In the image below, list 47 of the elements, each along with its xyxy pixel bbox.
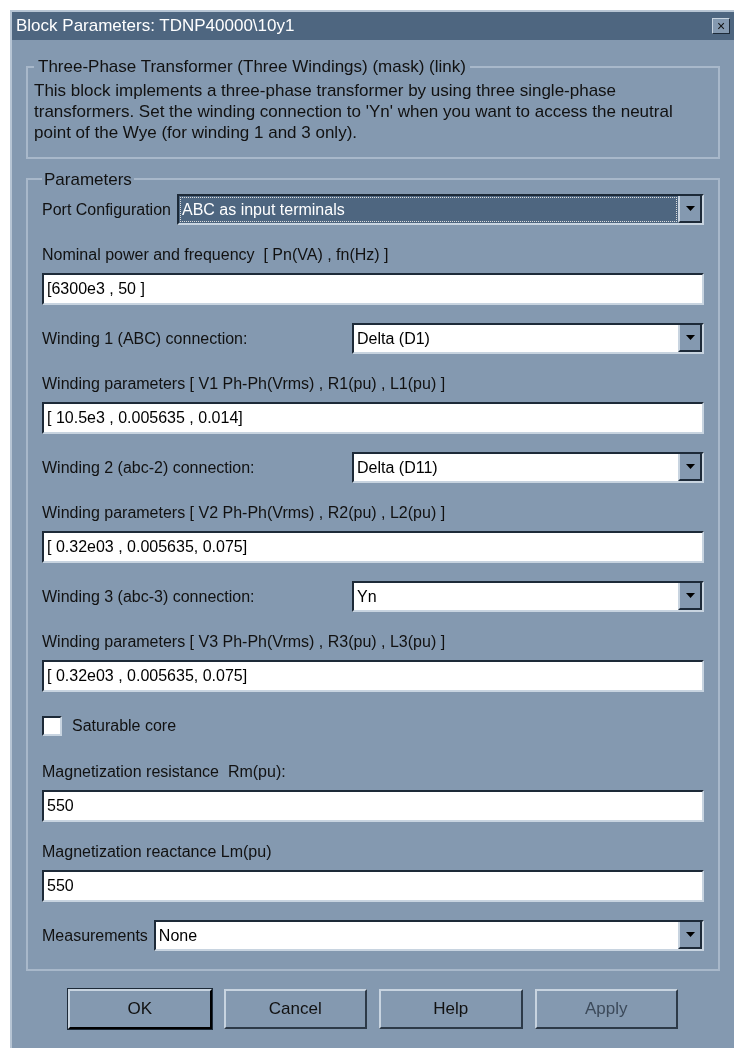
dropdown-arrow-button[interactable]	[678, 325, 702, 352]
input-field[interactable]: [ 0.32e03 , 0.005635, 0.075]	[42, 660, 704, 692]
dropdown-arrow-button[interactable]	[678, 196, 702, 223]
field-label: Winding parameters [ V2 Ph-Ph(Vrms) , R2(pu) , L2(pu) ]	[42, 503, 447, 523]
dropdown[interactable]: Yn	[352, 581, 704, 612]
field-label: Winding 1 (ABC) connection:	[42, 328, 249, 349]
input-field[interactable]: [6300e3 , 50 ]	[42, 273, 704, 305]
field-label: Winding 3 (abc-3) connection:	[42, 586, 256, 607]
down-arrow-icon	[685, 464, 695, 469]
dropdown[interactable]: ABC as input terminals	[176, 194, 704, 225]
field-label: Winding parameters [ V3 Ph-Ph(Vrms) , R3(pu) , L3(pu) ]	[42, 632, 447, 652]
window-title: Block Parameters: TDNP40000\10y1	[16, 15, 295, 38]
dropdown-value: ABC as input terminals	[178, 196, 678, 223]
field-label: Magnetization reactance Lm(pu)	[42, 842, 273, 862]
input-field[interactable]: 550	[42, 790, 704, 822]
dropdown-value: Delta (D1)	[356, 328, 431, 349]
field-label: Nominal power and frequency [ Pn(VA) , fn(Hz) ]	[42, 245, 390, 265]
field-label: Winding parameters [ V1 Ph-Ph(Vrms) , R1(pu) , L1(pu) ]	[42, 374, 447, 394]
group-title: Parameters	[43, 168, 133, 191]
field-label: Magnetization resistance Rm(pu):	[42, 762, 287, 782]
field-label: Winding 2 (abc-2) connection:	[42, 457, 256, 478]
down-arrow-icon	[685, 335, 695, 340]
close-button[interactable]: ×	[712, 18, 730, 34]
input-field[interactable]: [ 0.32e03 , 0.005635, 0.075]	[42, 531, 704, 563]
dialog-button[interactable]: Help	[379, 989, 523, 1029]
dropdown-value: None	[157, 925, 199, 946]
dropdown[interactable]: Delta (D11)	[352, 452, 704, 483]
input-field[interactable]: [ 10.5e3 , 0.005635 , 0.014]	[42, 402, 704, 434]
dropdown[interactable]: None	[153, 920, 704, 951]
dropdown-arrow-button[interactable]	[678, 583, 702, 610]
down-arrow-icon	[685, 593, 695, 598]
dropdown[interactable]: Delta (D1)	[352, 323, 704, 354]
field-label: Port Configuration	[42, 199, 171, 220]
description-text: This block implements a three-phase transformer by using three single-phase transformers. Set the winding connection to 'Yn' when you want to access the neutral point of the Wye (for winding 1 and 3 only).	[34, 79, 674, 143]
dropdown-value: Delta (D11)	[356, 457, 439, 478]
input-field[interactable]: 550	[42, 870, 704, 902]
dialog-button[interactable]: OK	[68, 989, 212, 1029]
dropdown-arrow-button[interactable]	[678, 922, 702, 949]
checkbox[interactable]	[42, 716, 62, 736]
dialog-button[interactable]: Cancel	[223, 989, 367, 1029]
dropdown-value: Yn	[356, 586, 378, 607]
group-title: Three-Phase Transformer (Three Windings) (mask) (link)	[37, 56, 467, 78]
dropdown-arrow-button[interactable]	[678, 454, 702, 481]
down-arrow-icon	[685, 206, 695, 211]
down-arrow-icon	[685, 932, 695, 937]
field-label: Measurements	[42, 925, 148, 946]
checkbox-label: Saturable core	[72, 716, 177, 736]
